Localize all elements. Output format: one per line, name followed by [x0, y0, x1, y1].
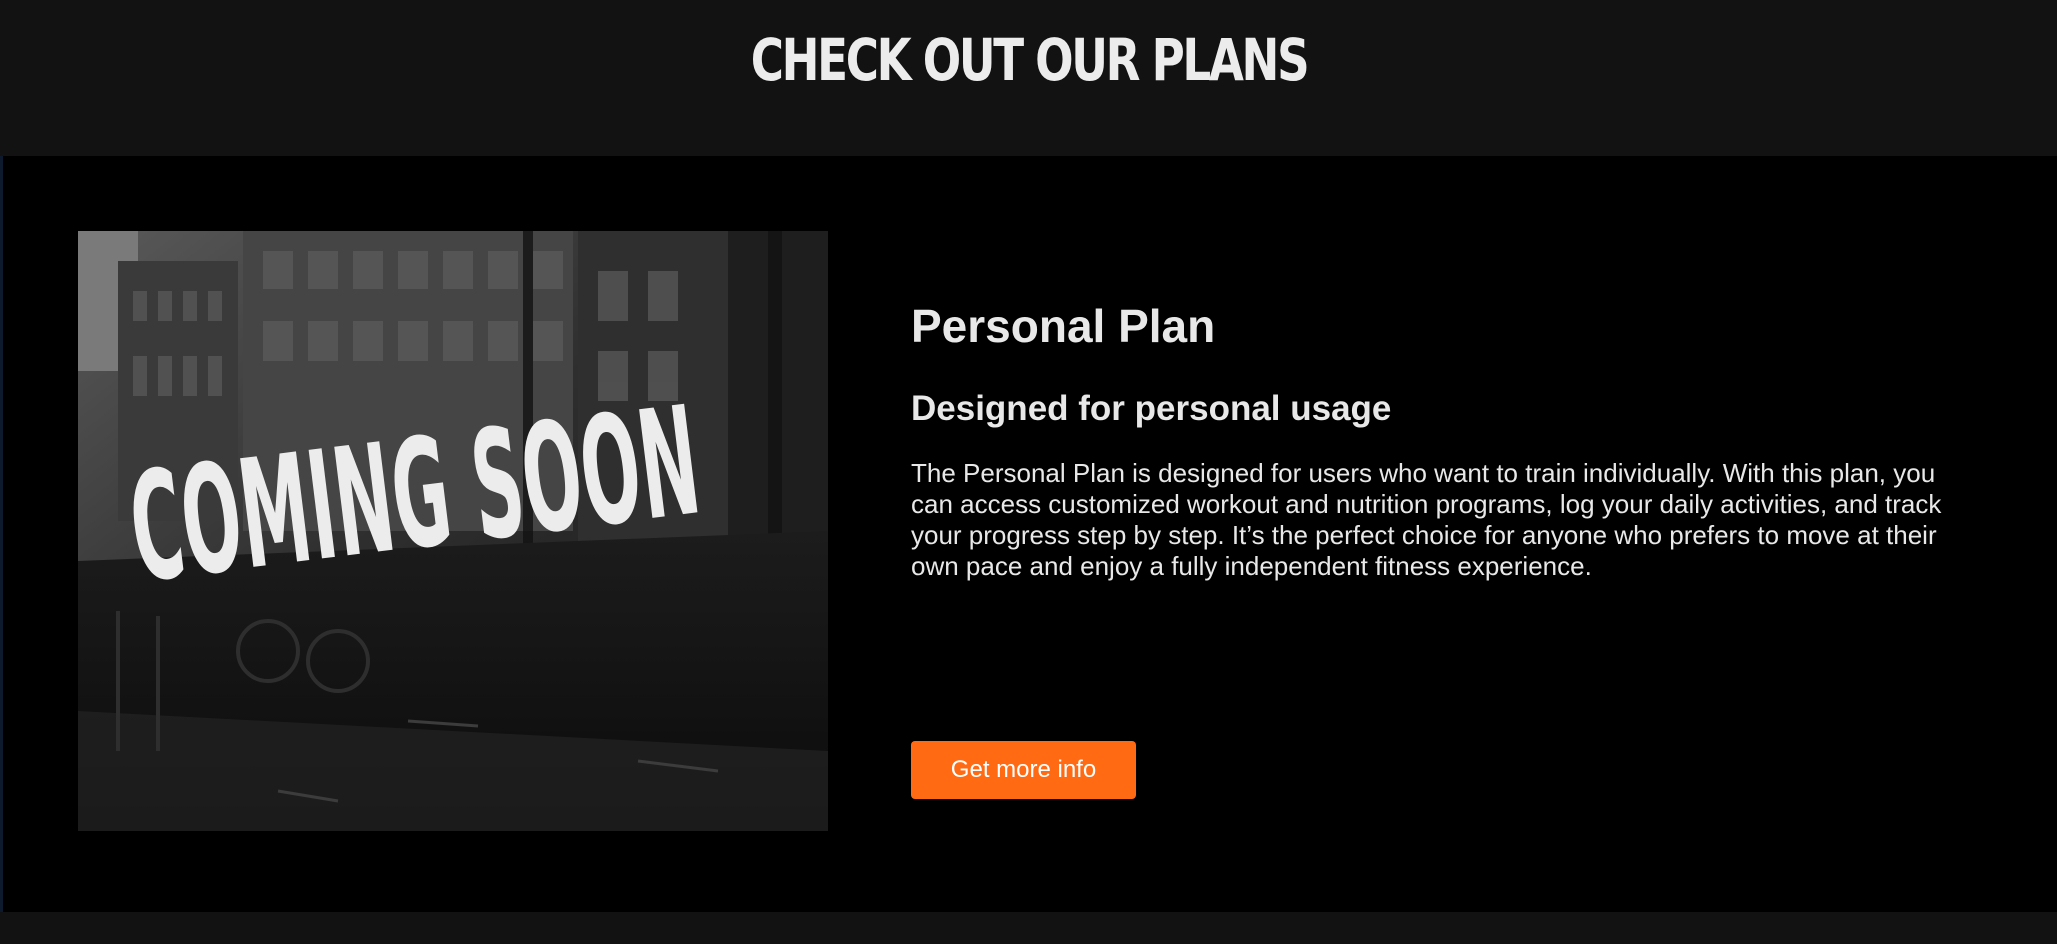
plan-title: Personal Plan: [911, 300, 1216, 352]
plan-image: COMING SOON: [78, 231, 828, 831]
page-title: CHECK OUT OUR PLANS: [750, 26, 1310, 94]
page: CHECK OUT OUR PLANS COMING Personal Plan…: [0, 0, 2057, 944]
plan-subtitle: Designed for personal usage: [911, 389, 1392, 428]
plan-description: The Personal Plan is designed for users …: [911, 458, 1942, 581]
bottom-bar: [0, 912, 2057, 944]
get-more-info-button[interactable]: Get more info: [911, 741, 1136, 799]
header: CHECK OUT OUR PLANS: [0, 0, 2057, 156]
